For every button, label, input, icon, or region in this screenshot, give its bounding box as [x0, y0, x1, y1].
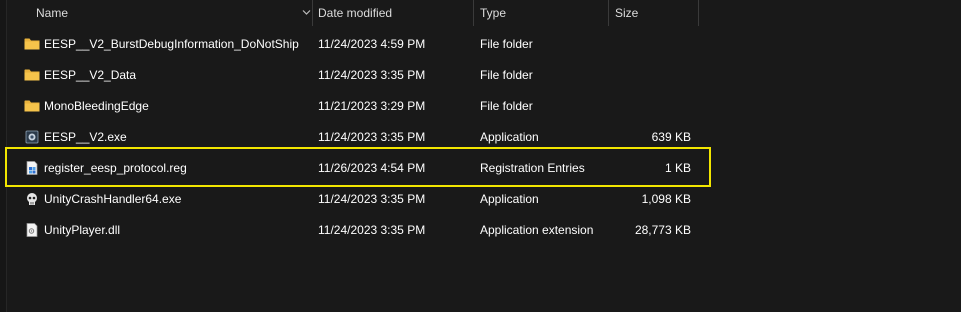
file-date: 11/24/2023 3:35 PM	[318, 68, 426, 82]
list-item[interactable]: EESP__V2_Data 11/24/2023 3:35 PM File fo…	[18, 60, 718, 91]
column-header-type-label: Type	[480, 6, 507, 20]
list-item[interactable]: EESP__V2_BurstDebugInformation_DoNotShip…	[18, 29, 718, 60]
folder-icon	[24, 38, 40, 50]
column-header-bar: Name ^ Date modified Type Size	[0, 0, 961, 26]
column-divider[interactable]	[608, 0, 609, 26]
file-size	[608, 91, 691, 122]
folder-icon	[24, 100, 40, 112]
column-divider[interactable]	[698, 0, 699, 26]
chevron-down-icon[interactable]	[301, 7, 312, 18]
file-size	[608, 29, 691, 60]
folder-icon	[24, 69, 40, 81]
file-type: File folder	[480, 37, 533, 51]
file-size	[608, 60, 691, 91]
list-item[interactable]: UnityCrashHandler64.exe 11/24/2023 3:35 …	[18, 184, 718, 215]
column-header-name-label: Name	[36, 6, 69, 20]
file-date: 11/24/2023 3:35 PM	[318, 223, 426, 237]
file-type: File folder	[480, 99, 533, 113]
column-header-type[interactable]: Type	[480, 0, 605, 26]
file-size: 28,773 KB	[634, 223, 691, 237]
file-name: EESP__V2_BurstDebugInformation_DoNotShip	[44, 37, 299, 51]
column-header-size-label: Size	[615, 6, 639, 20]
column-header-date-label: Date modified	[318, 6, 393, 20]
crash-handler-icon	[27, 193, 37, 205]
file-date: 11/24/2023 4:59 PM	[318, 37, 426, 51]
column-header-date[interactable]: Date modified	[318, 0, 468, 26]
file-name: UnityCrashHandler64.exe	[44, 192, 182, 206]
sort-ascending-icon: ^	[165, 0, 171, 5]
file-name: EESP__V2_Data	[44, 68, 137, 82]
list-item[interactable]: MonoBleedingEdge 11/21/2023 3:29 PM File…	[18, 91, 718, 122]
column-header-size[interactable]: Size	[615, 0, 697, 26]
file-date: 11/21/2023 3:29 PM	[318, 99, 426, 113]
file-name: MonoBleedingEdge	[44, 99, 149, 113]
dll-file-icon	[26, 223, 38, 237]
unity-app-icon	[25, 130, 39, 144]
file-size: 1,098 KB	[641, 192, 691, 206]
highlight-box	[5, 147, 711, 187]
file-type: Application	[480, 192, 539, 206]
column-divider[interactable]	[473, 0, 474, 26]
file-type: File folder	[480, 68, 533, 82]
file-type: Application extension	[480, 223, 594, 237]
file-date: 11/24/2023 3:35 PM	[318, 192, 426, 206]
list-item[interactable]: UnityPlayer.dll 11/24/2023 3:35 PM Appli…	[18, 215, 718, 246]
file-name: UnityPlayer.dll	[44, 223, 121, 237]
column-divider[interactable]	[312, 0, 313, 26]
